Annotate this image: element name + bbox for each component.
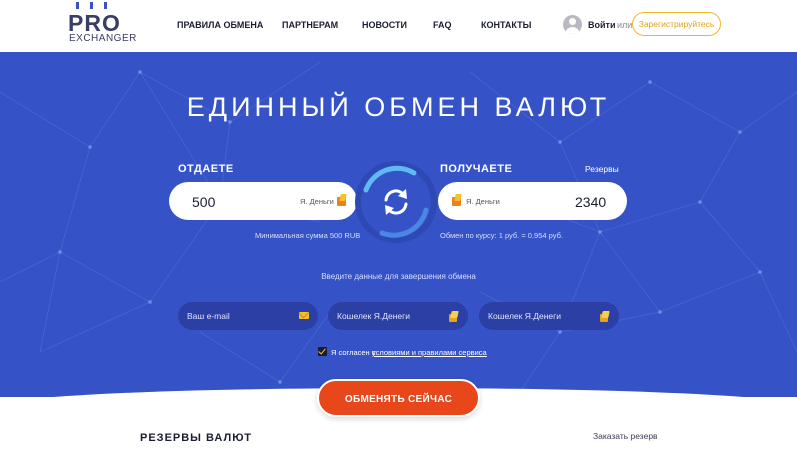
get-label: ПОЛУЧАЕТЕ	[440, 163, 513, 175]
give-amount-value: 500	[192, 194, 216, 210]
site-header: PRO EXCHANGER ПРАВИЛА ОБМЕНА ПАРТНЕРАМ Н…	[0, 0, 797, 52]
agree-checkbox[interactable]	[318, 347, 327, 356]
or-text: или	[617, 20, 633, 30]
nav-item-faq[interactable]: FAQ	[433, 20, 452, 30]
user-avatar-icon[interactable]	[563, 15, 582, 34]
logo-bars-icon	[72, 2, 112, 10]
give-min-hint: Минимальная сумма 500 RUB	[255, 231, 361, 240]
hero-title: ЕДИННЫЙ ОБМЕН ВАЛЮТ	[186, 92, 611, 122]
order-reserve-link[interactable]: Заказать резерв	[593, 431, 658, 441]
reserves-link[interactable]: Резервы	[585, 164, 619, 174]
nav-item-partners[interactable]: ПАРТНЕРАМ	[282, 20, 338, 30]
logo[interactable]: PRO EXCHANGER	[68, 2, 138, 46]
logo-sub-text: EXCHANGER	[69, 33, 137, 44]
refresh-arrows-icon	[384, 189, 408, 215]
wallet-from-placeholder: Кошелек Я.Денеги	[337, 311, 410, 321]
register-button[interactable]: Зарегистрируйтесь	[632, 12, 721, 36]
swap-button[interactable]	[372, 178, 420, 226]
nav-item-contacts[interactable]: КОНТАКТЫ	[481, 20, 531, 30]
wallet-to-field[interactable]: Кошелек Я.Денеги	[479, 302, 619, 330]
get-amount-field[interactable]: Я. Деньги 2340	[438, 182, 627, 220]
nav-item-rules[interactable]: ПРАВИЛА ОБМЕНА	[177, 20, 263, 30]
wallet-icon	[449, 311, 459, 322]
yandex-money-icon[interactable]	[452, 194, 462, 206]
login-link[interactable]: Войти	[588, 20, 615, 30]
email-placeholder: Ваш e-mail	[187, 311, 230, 321]
wallet-from-field[interactable]: Кошелек Я.Денеги	[328, 302, 468, 330]
yandex-money-icon[interactable]	[337, 194, 347, 206]
wallet-icon	[600, 311, 610, 322]
nav-item-news[interactable]: НОВОСТИ	[362, 20, 407, 30]
exchange-rate-hint: Обмен по курсу: 1 руб. = 0.954 руб.	[440, 231, 563, 240]
hero-section: ЕДИННЫЙ ОБМЕН ВАЛЮТ ОТДАЕТЕ 500 Я. Деньг…	[0, 52, 797, 397]
give-label: ОТДАЕТЕ	[178, 163, 234, 175]
form-prompt: Введите данные для завершения обмена	[321, 272, 476, 281]
give-amount-field[interactable]: 500 Я. Деньги	[169, 182, 357, 220]
exchange-now-button[interactable]: ОБМЕНЯТЬ СЕЙЧАС	[317, 379, 480, 417]
reserves-title: РЕЗЕРВЫ ВАЛЮТ	[140, 432, 252, 444]
get-amount-value: 2340	[575, 194, 607, 210]
mail-icon	[299, 312, 309, 319]
get-currency-label[interactable]: Я. Деньги	[466, 197, 500, 206]
agree-text: Я согласен с	[331, 348, 376, 357]
terms-link[interactable]: условиями и правилами сервиса	[372, 348, 487, 357]
email-field[interactable]: Ваш e-mail	[178, 302, 318, 330]
wallet-to-placeholder: Кошелек Я.Денеги	[488, 311, 561, 321]
give-currency-label[interactable]: Я. Деньги	[300, 197, 334, 206]
